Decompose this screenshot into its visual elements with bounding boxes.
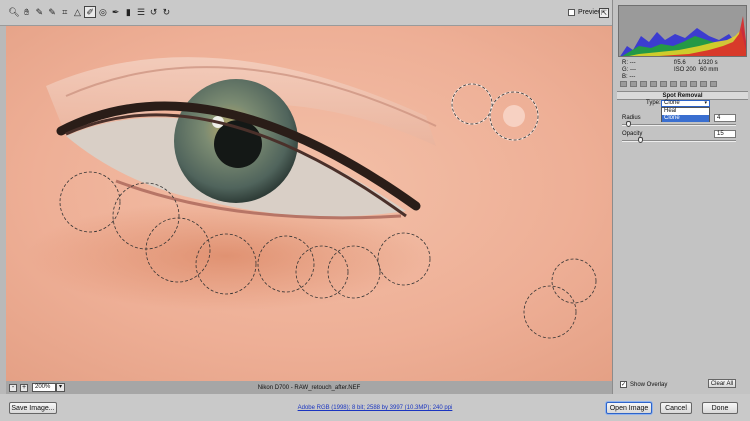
tab-hsl[interactable] (650, 81, 657, 87)
tab-camera-calibration[interactable] (690, 81, 697, 87)
show-overlay-toggle[interactable]: ✓ Show Overlay (620, 381, 667, 388)
rotate-ccw-icon[interactable]: ↺ (148, 6, 160, 18)
tab-basic[interactable] (620, 81, 627, 87)
radius-value-field[interactable]: 4 (714, 114, 736, 122)
clear-all-button[interactable]: Clear All (708, 379, 736, 388)
type-select-value: Clone (664, 100, 680, 106)
camera-filename: Nikon D700 - RAW_retouch_after.NEF (257, 384, 361, 391)
spot-removal-title: Spot Removal (617, 91, 748, 100)
type-dropdown-menu: Heal Clone (661, 107, 710, 122)
opacity-value-field[interactable]: 15 (714, 130, 736, 138)
iso-value: ISO 200 (674, 67, 697, 73)
canvas-status-bar: - + 200% ▾ Nikon D700 - RAW_retouch_afte… (6, 381, 612, 394)
eyedropper-icon[interactable]: ✎ (33, 6, 45, 18)
tab-split-toning[interactable] (660, 81, 667, 87)
list-icon[interactable]: ☰ (135, 6, 147, 18)
spot-removal-icon[interactable]: ✐ (84, 6, 97, 18)
preview-toggle[interactable]: Preview (568, 9, 603, 16)
tab-effects[interactable] (680, 81, 687, 87)
brush-icon[interactable]: ✒ (110, 6, 122, 18)
magnifier-icon[interactable]: 🔍︎ (8, 6, 20, 18)
bottom-bar: Save Image... Adobe RGB (1998); 8 bit; 2… (0, 394, 750, 421)
green-readout: G: --- (622, 67, 636, 73)
photo-image (6, 26, 612, 381)
tab-detail[interactable] (640, 81, 647, 87)
red-readout: R: --- (622, 60, 636, 66)
cancel-button[interactable]: Cancel (660, 402, 692, 414)
photo-canvas[interactable] (6, 26, 612, 381)
done-button[interactable]: Done (702, 402, 738, 414)
opacity-slider[interactable] (622, 137, 736, 143)
chevron-down-icon: ▾ (704, 100, 707, 106)
tab-lens[interactable] (670, 81, 677, 87)
open-image-button[interactable]: Open Image (606, 402, 652, 414)
radius-label: Radius (622, 115, 641, 121)
show-overlay-label: Show Overlay (630, 381, 668, 388)
tab-snapshots[interactable] (710, 81, 717, 87)
focal-length-value: 60 mm (700, 67, 719, 73)
toolbar: 🔍︎ ✋︎ ✎ ✎ ⌗ △ ✐ ◎ ✒ ▮ ☰ ↺ ↻ Preview ⇱ (0, 0, 612, 26)
fullscreen-icon[interactable]: ⇱ (599, 8, 609, 18)
preview-checkbox[interactable] (568, 9, 575, 16)
panel-tabs (617, 81, 748, 89)
type-option-clone[interactable]: Clone (662, 115, 709, 122)
rotate-cw-icon[interactable]: ↻ (160, 6, 172, 18)
shutter-value: 1/320 s (698, 60, 718, 66)
blue-readout: B: --- (622, 74, 636, 80)
radius-slider[interactable] (622, 121, 736, 127)
hand-icon[interactable]: ✋︎ (21, 6, 33, 18)
crop-icon[interactable]: ⌗ (59, 6, 71, 18)
aperture-value: f/5.6 (674, 60, 686, 66)
show-overlay-checkbox[interactable]: ✓ (620, 381, 627, 388)
red-eye-icon[interactable]: ◎ (97, 6, 109, 18)
graduated-filter-icon[interactable]: ▮ (122, 6, 134, 18)
settings-panel: R: --- G: --- B: --- f/5.6 1/320 s ISO 20… (612, 0, 750, 394)
type-label: Type: (646, 100, 661, 106)
camera-readout: R: --- G: --- B: --- f/5.6 1/320 s ISO 20… (618, 59, 747, 81)
tab-presets[interactable] (700, 81, 707, 87)
straighten-icon[interactable]: △ (72, 6, 84, 18)
sampler-icon[interactable]: ✎ (46, 6, 58, 18)
histogram (618, 5, 747, 57)
type-select[interactable]: Clone ▾ (661, 100, 710, 107)
tab-tone-curve[interactable] (630, 81, 637, 87)
type-option-heal[interactable]: Heal (662, 108, 709, 115)
